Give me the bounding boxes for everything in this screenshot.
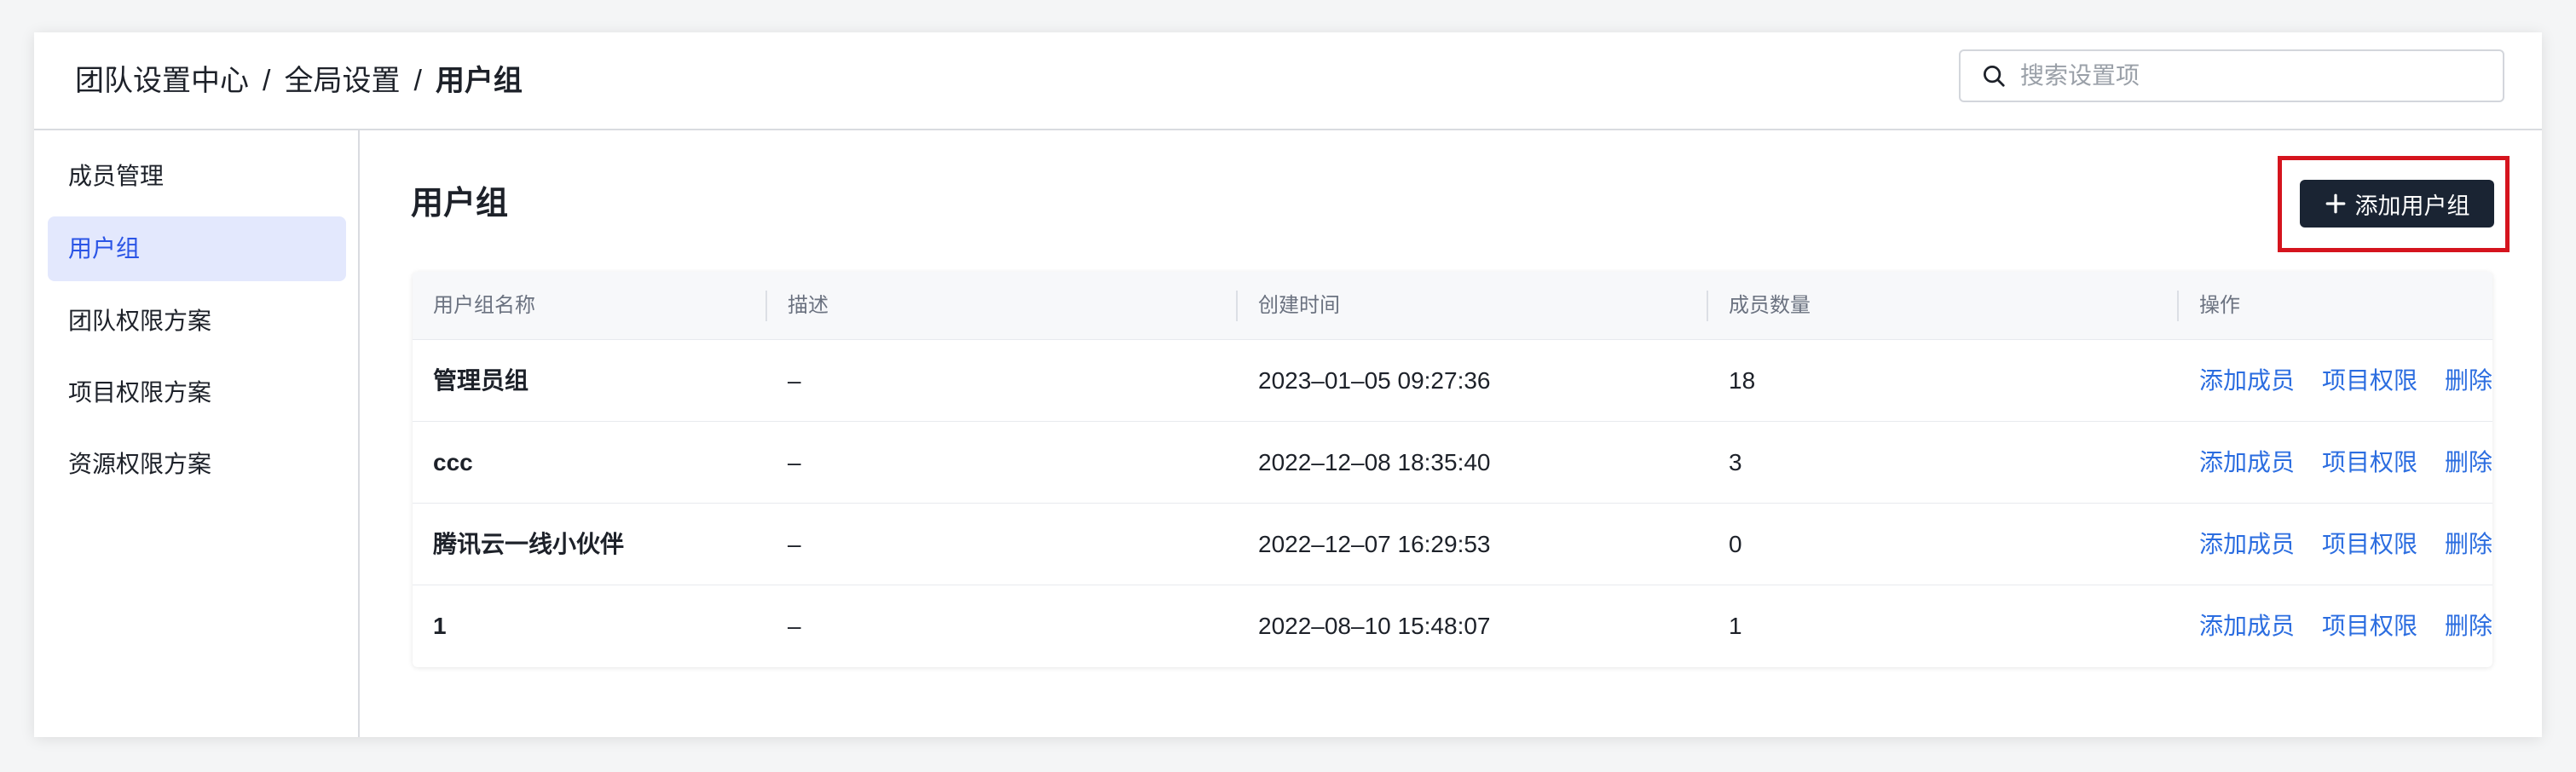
group-description: – (788, 613, 801, 639)
column-header-member-count: 成员数量 (1729, 294, 1811, 317)
group-description: – (788, 449, 801, 475)
delete-link[interactable]: 删除 (2445, 422, 2492, 504)
user-group-table: 用户组名称 描述 创建时间 成员数量 操作 管理员组 – 2023–01–05 … (413, 272, 2492, 667)
column-divider (765, 291, 767, 321)
group-name: 1 (433, 613, 447, 639)
project-permission-link[interactable]: 项目权限 (2322, 585, 2417, 667)
add-user-group-label: 添加用户组 (2354, 193, 2470, 219)
column-divider (2177, 291, 2179, 321)
sidebar-item-members[interactable]: 成员管理 (48, 144, 346, 209)
plus-icon (2325, 193, 2345, 214)
breadcrumb-current: 用户组 (435, 65, 523, 97)
add-user-group-button[interactable]: 添加用户组 (2300, 180, 2494, 228)
sidebar: 成员管理 用户组 团队权限方案 项目权限方案 资源权限方案 (34, 130, 360, 737)
column-divider (1707, 291, 1708, 321)
search-input[interactable] (2020, 62, 2463, 89)
project-permission-link[interactable]: 项目权限 (2322, 504, 2417, 585)
group-member-count: 3 (1729, 449, 1742, 475)
sidebar-item-resource-permission-schemes[interactable]: 资源权限方案 (48, 432, 346, 497)
project-permission-link[interactable]: 项目权限 (2322, 422, 2417, 504)
group-name: 腾讯云一线小伙伴 (433, 531, 625, 557)
add-member-link[interactable]: 添加成员 (2199, 340, 2295, 422)
breadcrumb-separator: / (263, 65, 271, 97)
table-row: 1 – 2022–08–10 15:48:07 1 添加成员 项目权限 删除 (413, 585, 2492, 667)
search-box[interactable] (1959, 49, 2504, 102)
add-member-link[interactable]: 添加成员 (2199, 422, 2295, 504)
sidebar-item-team-permission-schemes[interactable]: 团队权限方案 (48, 289, 346, 354)
group-name: 管理员组 (433, 367, 529, 394)
delete-link[interactable]: 删除 (2445, 504, 2492, 585)
delete-link[interactable]: 删除 (2445, 340, 2492, 422)
group-created-time: 2022–08–10 15:48:07 (1258, 613, 1491, 639)
group-member-count: 0 (1729, 531, 1742, 557)
group-created-time: 2023–01–05 09:27:36 (1258, 367, 1491, 394)
page-title: 用户组 (411, 186, 509, 222)
sidebar-item-project-permission-schemes[interactable]: 项目权限方案 (48, 360, 346, 425)
group-member-count: 1 (1729, 613, 1742, 639)
project-permission-link[interactable]: 项目权限 (2322, 340, 2417, 422)
settings-window: 团队设置中心 / 全局设置 / 用户组 成员管理 用户组 团队权限方案 项目权限… (34, 32, 2542, 737)
breadcrumb-item-team-settings[interactable]: 团队设置中心 (75, 61, 249, 101)
column-header-created-time: 创建时间 (1258, 294, 1340, 317)
group-name: ccc (433, 449, 473, 475)
main-content: 用户组 添加用户组 用户组名称 描述 创建时间 成员数量 操作 管理员组 – 2… (361, 130, 2542, 737)
column-header-name: 用户组名称 (433, 294, 535, 317)
group-description: – (788, 531, 801, 557)
top-bar: 团队设置中心 / 全局设置 / 用户组 (34, 32, 2542, 130)
table-row: 管理员组 – 2023–01–05 09:27:36 18 添加成员 项目权限 … (413, 340, 2492, 422)
breadcrumb: 团队设置中心 / 全局设置 / 用户组 (75, 61, 523, 101)
table-header: 用户组名称 描述 创建时间 成员数量 操作 (413, 272, 2492, 340)
column-divider (1236, 291, 1238, 321)
add-member-link[interactable]: 添加成员 (2199, 585, 2295, 667)
breadcrumb-separator: / (413, 65, 422, 97)
group-member-count: 18 (1729, 367, 1756, 394)
group-created-time: 2022–12–07 16:29:53 (1258, 531, 1491, 557)
add-member-link[interactable]: 添加成员 (2199, 504, 2295, 585)
table-row: 腾讯云一线小伙伴 – 2022–12–07 16:29:53 0 添加成员 项目… (413, 504, 2492, 585)
delete-link[interactable]: 删除 (2445, 585, 2492, 667)
search-icon (1984, 66, 2005, 87)
table-row: ccc – 2022–12–08 18:35:40 3 添加成员 项目权限 删除 (413, 422, 2492, 504)
column-header-actions: 操作 (2199, 294, 2240, 317)
group-created-time: 2022–12–08 18:35:40 (1258, 449, 1491, 475)
breadcrumb-item-global-settings[interactable]: 全局设置 (284, 61, 400, 101)
column-header-description: 描述 (788, 294, 829, 317)
group-description: – (788, 367, 801, 394)
sidebar-item-user-groups[interactable]: 用户组 (48, 216, 346, 281)
